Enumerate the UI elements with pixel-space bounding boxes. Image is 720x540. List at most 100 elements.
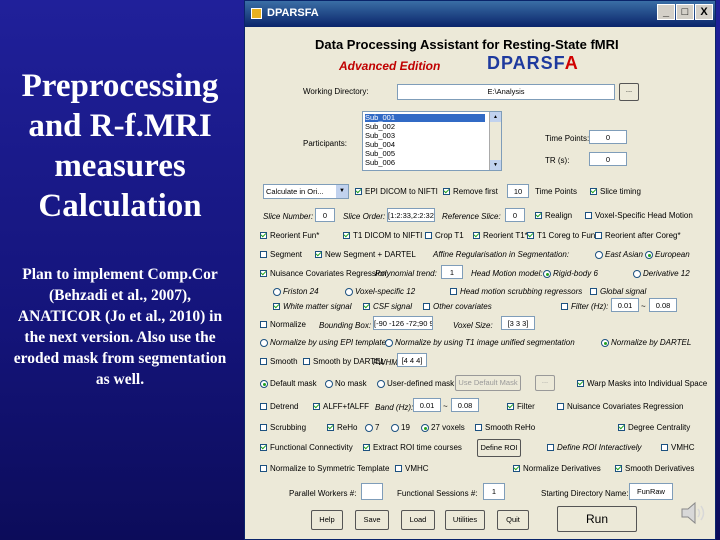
slice-number-input[interactable]: 0 [315,208,335,222]
speaker-icon[interactable] [680,500,710,526]
working-directory-input[interactable]: E:\Analysis [397,84,615,100]
starting-directory-input[interactable]: FunRaw [629,483,673,500]
scroll-up-arrow-icon[interactable]: ▲ [490,112,501,122]
reho-27-radio[interactable] [421,424,429,432]
participants-listbox[interactable]: Sub_001 Sub_002 Sub_003 Sub_004 Sub_005 … [362,111,502,171]
close-button[interactable]: X [695,4,713,20]
time-points-input[interactable]: 0 [589,130,627,144]
extract-roi-checkbox[interactable] [363,444,370,451]
functional-connectivity-label: Functional Connectivity [270,443,353,452]
realign-checkbox[interactable] [535,212,542,219]
reho-checkbox[interactable] [327,424,334,431]
reorient-t1-checkbox[interactable] [473,232,480,239]
remove-first-checkbox[interactable] [443,188,450,195]
remove-first-input[interactable]: 10 [507,184,529,198]
define-roi-interactively-checkbox[interactable] [547,444,554,451]
nuisance-regression-checkbox[interactable] [260,270,267,277]
utilities-button[interactable]: Utilities [445,510,485,530]
tr-input[interactable]: 0 [589,152,627,166]
use-default-mask-button[interactable]: Use Default Mask [455,375,521,391]
vmhc-2-checkbox[interactable] [395,465,402,472]
east-asian-radio[interactable] [595,251,603,259]
european-radio[interactable] [645,251,653,259]
no-mask-radio[interactable] [325,380,333,388]
smooth-derivatives-checkbox[interactable] [615,465,622,472]
band-high-input[interactable]: 0.08 [451,398,479,412]
crop-t1-checkbox[interactable] [425,232,432,239]
slice-order-input[interactable]: [1:2:33,2:2:32] [387,208,435,222]
voxel-specific-head-motion-checkbox[interactable] [585,212,592,219]
chevron-down-icon: ▼ [336,185,348,198]
new-segment-dartel-checkbox[interactable] [315,251,322,258]
participant-item[interactable]: Sub_003 [365,132,395,140]
filter-2-checkbox[interactable] [507,403,514,410]
participant-item[interactable]: Sub_004 [365,141,395,149]
smooth-dartel-checkbox[interactable] [303,358,310,365]
participants-scrollbar[interactable]: ▲ ▼ [489,112,501,170]
voxel-size-input[interactable]: [3 3 3] [501,316,535,330]
user-defined-mask-radio[interactable] [377,380,385,388]
fwhm-input[interactable]: [4 4 4] [397,353,427,367]
participant-item[interactable]: Sub_006 [365,159,395,167]
normalize-symmetric-checkbox[interactable] [260,465,267,472]
save-button[interactable]: Save [355,510,389,530]
other-covariates-checkbox[interactable] [423,303,430,310]
scroll-down-arrow-icon[interactable]: ▼ [490,160,501,170]
t1-coreg-fun-checkbox[interactable] [527,232,534,239]
calculate-in-dropdown[interactable]: Calculate in Ori... ▼ [263,184,349,199]
degree-centrality-checkbox[interactable] [618,424,625,431]
participant-item[interactable]: Sub_001 [365,114,485,122]
segment-checkbox[interactable] [260,251,267,258]
reho-7-radio[interactable] [365,424,373,432]
nuisance-regression-2-checkbox[interactable] [557,403,564,410]
csf-checkbox[interactable] [363,303,370,310]
derivative-12-radio[interactable] [633,270,641,278]
detrend-checkbox[interactable] [260,403,267,410]
functional-connectivity-checkbox[interactable] [260,444,267,451]
reorient-after-coreg-checkbox[interactable] [595,232,602,239]
vmhc-checkbox[interactable] [661,444,668,451]
warp-masks-checkbox[interactable] [577,380,584,387]
minimize-button[interactable]: _ [657,4,675,20]
slice-timing-checkbox[interactable] [590,188,597,195]
functional-sessions-input[interactable]: 1 [483,483,505,500]
scrubbing-checkbox[interactable] [260,424,267,431]
filter-checkbox[interactable] [561,303,568,310]
global-signal-checkbox[interactable] [590,288,597,295]
white-matter-checkbox[interactable] [273,303,280,310]
parallel-workers-input[interactable] [361,483,383,500]
friston-24-radio[interactable] [273,288,281,296]
epi-dicom-checkbox[interactable] [355,188,362,195]
normalize-checkbox[interactable] [260,321,267,328]
participant-item[interactable]: Sub_002 [365,123,395,131]
smooth-checkbox[interactable] [260,358,267,365]
filter-high-input[interactable]: 0.08 [649,298,677,312]
load-button[interactable]: Load [401,510,435,530]
alff-checkbox[interactable] [313,403,320,410]
default-mask-radio[interactable] [260,380,268,388]
define-roi-button[interactable]: Define ROI [477,439,521,457]
quit-button[interactable]: Quit [497,510,529,530]
working-directory-browse-button[interactable]: ... [619,83,639,101]
polynomial-trend-input[interactable]: 1 [441,265,463,279]
rigid-body-radio[interactable] [543,270,551,278]
reference-slice-input[interactable]: 0 [505,208,525,222]
normalize-dartel-radio[interactable] [601,339,609,347]
reorient-fun-checkbox[interactable] [260,232,267,239]
mask-browse-button[interactable]: ... [535,375,555,391]
reho-19-radio[interactable] [391,424,399,432]
normalize-epi-radio[interactable] [260,339,268,347]
help-button[interactable]: Help [311,510,343,530]
filter-low-input[interactable]: 0.01 [611,298,639,312]
run-button[interactable]: Run [557,506,637,532]
participant-item[interactable]: Sub_005 [365,150,395,158]
normalize-t1-radio[interactable] [385,339,393,347]
t1-dicom-checkbox[interactable] [343,232,350,239]
head-motion-scrubbing-checkbox[interactable] [450,288,457,295]
bounding-box-input[interactable]: [-90 -126 -72;90 90 108] [373,316,433,330]
smooth-reho-checkbox[interactable] [475,424,482,431]
voxel-specific-12-radio[interactable] [345,288,353,296]
normalize-derivatives-checkbox[interactable] [513,465,520,472]
maximize-button[interactable]: □ [676,4,694,20]
band-low-input[interactable]: 0.01 [413,398,441,412]
